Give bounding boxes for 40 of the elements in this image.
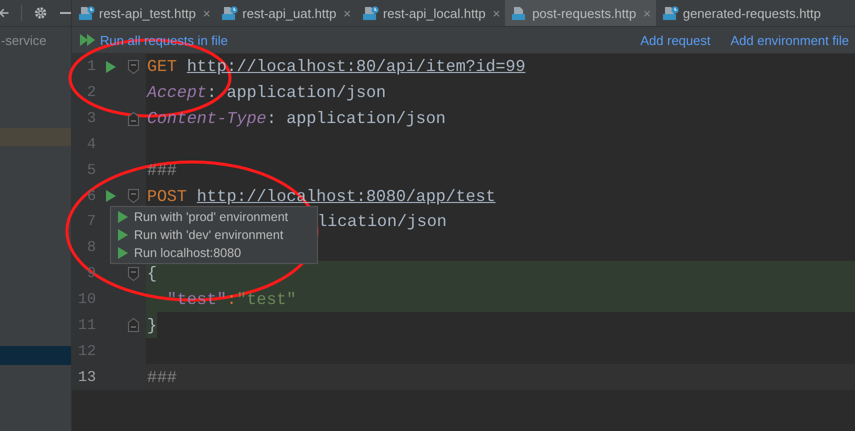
fold-icon[interactable] xyxy=(128,266,138,281)
toolbar-link[interactable]: Add environment file xyxy=(730,32,849,48)
file-clock-icon xyxy=(662,6,679,20)
menu-item[interactable]: Run localhost:8080 xyxy=(111,244,317,262)
run-icon[interactable] xyxy=(118,229,128,241)
code-line: Accept: application/json xyxy=(146,82,386,104)
line-number: 6 xyxy=(86,188,96,205)
run-icon[interactable] xyxy=(106,190,116,202)
fold-icon[interactable] xyxy=(128,60,138,74)
fold-icon[interactable] xyxy=(128,318,138,332)
minimize-icon[interactable] xyxy=(60,11,71,15)
run-icon[interactable] xyxy=(118,211,128,223)
code-line: ### xyxy=(146,160,177,182)
close-icon[interactable]: × xyxy=(202,6,210,20)
file-tab[interactable]: rest-api_local.http × xyxy=(356,0,506,26)
code-line: lication/json xyxy=(316,211,447,234)
file-clock-icon xyxy=(221,6,238,20)
back-arrow-icon[interactable] xyxy=(0,7,10,19)
code-line: Content-Type: application/json xyxy=(146,108,446,130)
line-number: 13 xyxy=(76,368,96,386)
project-item[interactable]: -service xyxy=(0,27,71,53)
file-tab[interactable]: rest-api_test.http × xyxy=(72,0,216,26)
file-tab[interactable]: generated-requests.http xyxy=(656,0,826,26)
close-icon[interactable]: × xyxy=(492,6,500,20)
file-tab[interactable]: post-requests.http × xyxy=(505,0,656,26)
toolbar-link[interactable]: Add request xyxy=(640,32,710,48)
settings-icon[interactable] xyxy=(34,6,48,20)
run-icon[interactable] xyxy=(118,247,128,259)
menu-item[interactable]: Run with 'dev' environment xyxy=(111,226,317,244)
close-icon[interactable]: × xyxy=(643,6,651,20)
file-clock-icon xyxy=(362,6,379,20)
fold-icon[interactable] xyxy=(128,189,138,204)
run-icon[interactable] xyxy=(106,60,116,73)
menu-item[interactable]: Run with 'prod' environment xyxy=(111,208,317,226)
file-tab[interactable]: rest-api_uat.http × xyxy=(215,0,356,26)
close-icon[interactable]: × xyxy=(343,6,351,20)
fold-icon[interactable] xyxy=(128,112,138,126)
file-clock-icon xyxy=(78,6,95,20)
run-all-icon[interactable] xyxy=(80,34,96,46)
code-line: ### xyxy=(146,366,177,389)
